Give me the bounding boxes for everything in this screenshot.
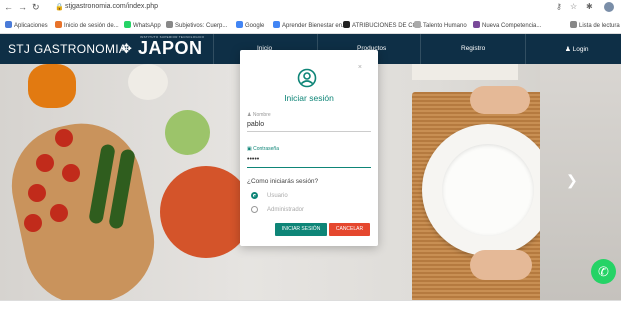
role-question: ¿Como iniciarás sesión? (247, 178, 319, 185)
lock-icon: ▣ (247, 146, 252, 152)
username-label: ♟ Nombre (247, 112, 271, 118)
bookmarks-bar: Aplicaciones Inicio de sesión de... What… (0, 16, 621, 34)
tomato (36, 154, 54, 172)
tomato (55, 129, 73, 147)
bookmark-item[interactable]: Nueva Competencia... (473, 21, 541, 29)
bookmark-item[interactable]: Inicio de sesión de... (55, 21, 119, 29)
cucumber-bowl (165, 110, 210, 155)
page-footer-strip (0, 300, 621, 311)
login-modal: × Iniciar sesión ♟ Nombre pablo ▣ Contra… (240, 50, 378, 246)
google-icon (273, 21, 280, 28)
bowl (128, 64, 168, 100)
chevron-right-icon[interactable]: ❯ (566, 172, 578, 189)
lock-icon: 🔒 (55, 4, 64, 11)
nav-link-registro[interactable]: Registro (461, 45, 485, 52)
user-icon: ♟ (247, 112, 252, 118)
nav-login-button[interactable]: ♟ Login (565, 45, 589, 53)
reload-icon[interactable]: ↻ (32, 2, 40, 13)
orange-pepper (28, 64, 76, 108)
username-field[interactable]: pablo (247, 121, 264, 128)
bookmark-icon (414, 21, 421, 28)
close-icon[interactable]: × (358, 64, 362, 71)
whatsapp-bookmark-icon (124, 21, 131, 28)
cancel-button[interactable]: CANCELAR (329, 223, 370, 236)
nav-divider (420, 34, 421, 64)
bookmark-item[interactable]: Talento Humano (414, 21, 467, 29)
forward-icon[interactable]: → (18, 2, 27, 13)
username-underline (247, 131, 371, 132)
back-icon[interactable]: ← (4, 2, 13, 13)
bookmark-item[interactable]: ATRIBUCIONES DE CO... (343, 21, 422, 29)
bookmark-item[interactable]: Subjetivos: Cuerp... (166, 21, 227, 29)
key-icon[interactable]: ⚷ (556, 2, 562, 11)
bookmark-icon (166, 21, 173, 28)
tomato (50, 204, 68, 222)
reading-list-item[interactable]: Lista de lectura (570, 21, 620, 29)
hand (470, 250, 532, 280)
bookmark-icon (473, 21, 480, 28)
password-field[interactable]: ••••• (247, 156, 259, 163)
password-label: ▣ Contraseña (247, 146, 279, 152)
bookmark-icon (55, 21, 62, 28)
url-bar[interactable]: stjgastronomia.com/index.php (65, 3, 158, 10)
nav-divider (213, 34, 214, 64)
tomato (24, 214, 42, 232)
password-underline (247, 167, 371, 168)
salad-bowl (160, 166, 252, 258)
bookmark-item[interactable]: Google (236, 21, 264, 29)
cutting-board (0, 112, 166, 300)
role-label-usuario: Usuario (267, 193, 288, 199)
brand-name[interactable]: STJ GASTRONOMIA (8, 42, 127, 56)
bookmark-icon (343, 21, 350, 28)
star-icon[interactable]: ☆ (570, 2, 577, 11)
tomato (62, 164, 80, 182)
role-label-administrador: Administrador (267, 207, 305, 213)
tomato (28, 184, 46, 202)
logo-text[interactable]: JAPON (138, 38, 203, 59)
logo-arrows-icon: ✥ (121, 41, 132, 56)
plate-center (442, 144, 534, 236)
napkin (412, 64, 518, 80)
hand (470, 86, 530, 114)
bookmark-item[interactable]: Aplicaciones (5, 21, 48, 29)
user-circle-icon (297, 68, 317, 88)
browser-toolbar: ← → ↻ 🔒 stjgastronomia.com/index.php ⚷ ☆… (0, 0, 621, 16)
role-radio-administrador[interactable] (251, 206, 258, 213)
whatsapp-icon[interactable]: ✆ (591, 259, 616, 284)
reading-list-icon (570, 21, 577, 28)
bookmark-item[interactable]: WhatsApp (124, 21, 161, 29)
profile-avatar-icon[interactable] (604, 2, 614, 12)
login-button[interactable]: INICIAR SESIÓN (275, 223, 327, 236)
bookmark-item[interactable]: Aprender Bienestar en... (273, 21, 347, 29)
apps-icon (5, 21, 12, 28)
nav-divider (525, 34, 526, 64)
modal-title: Iniciar sesión (284, 93, 334, 103)
extensions-icon[interactable]: ✱ (586, 2, 593, 11)
role-radio-usuario[interactable] (251, 192, 258, 199)
user-icon: ♟ (565, 46, 571, 53)
google-icon (236, 21, 243, 28)
